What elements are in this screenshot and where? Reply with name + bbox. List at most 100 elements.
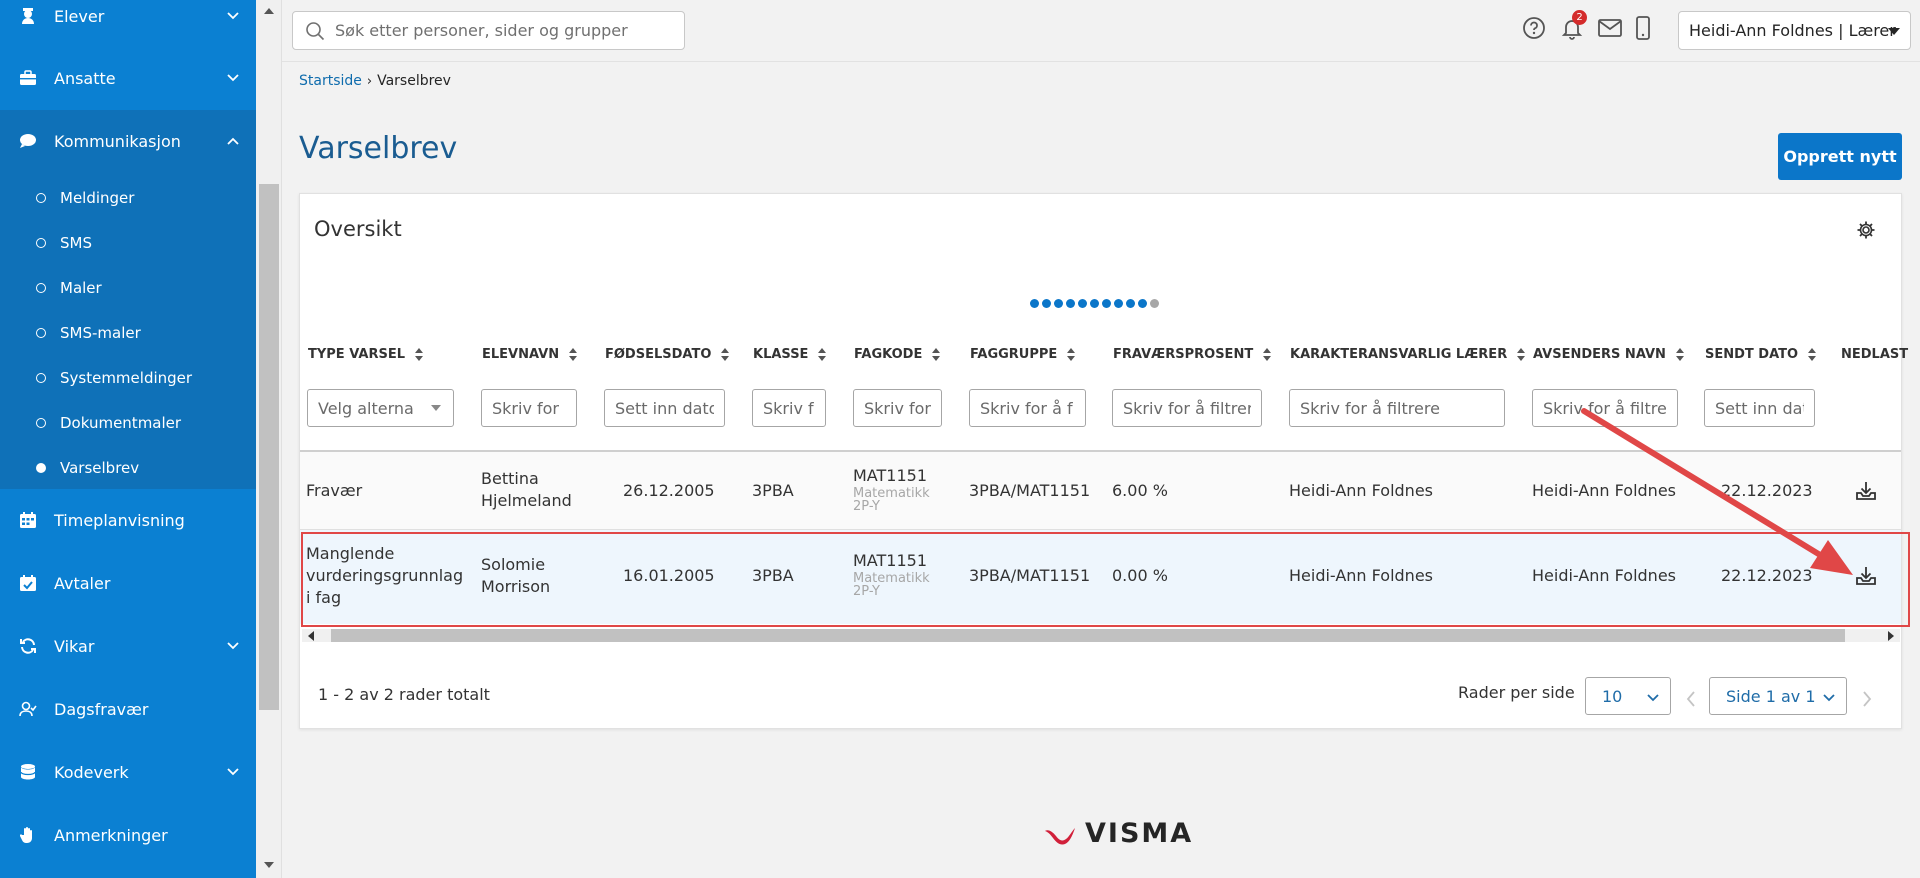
help-button[interactable] xyxy=(1522,16,1548,46)
fagkode-text: MAT1151 xyxy=(853,466,927,485)
sidebar: Elever Ansatte Kommunikasjon Meldinger S… xyxy=(0,0,256,878)
sort-icon xyxy=(1675,347,1684,362)
fodselsdato-filter-input[interactable] xyxy=(604,389,725,427)
fravaer-filter-input[interactable] xyxy=(1112,389,1262,427)
chevron-down-icon xyxy=(227,768,239,776)
notifications-button[interactable]: 2 xyxy=(1560,10,1587,46)
subnav-item-sms-maler[interactable]: SMS-maler xyxy=(0,310,256,355)
column-header-nedlast[interactable]: NEDLAST xyxy=(1841,347,1908,362)
mobile-icon xyxy=(1636,16,1650,40)
pagination-dots xyxy=(1030,299,1159,308)
sendt-filter-input[interactable] xyxy=(1704,389,1815,427)
select-value: Velg alterna xyxy=(318,398,414,418)
larer-filter-input[interactable] xyxy=(1289,389,1505,427)
subnav-kommunikasjon: Meldinger SMS Maler SMS-maler Systemmeld… xyxy=(0,165,256,489)
faggruppe-filter-input[interactable] xyxy=(969,389,1086,427)
sort-icon xyxy=(1808,347,1817,362)
subnav-item-meldinger[interactable]: Meldinger xyxy=(0,175,256,220)
scrollbar-thumb[interactable] xyxy=(331,629,1845,642)
sidebar-item-kodeverk[interactable]: Kodeverk xyxy=(0,741,256,803)
scroll-up-icon[interactable] xyxy=(264,8,274,14)
subnav-item-dokumentmaler[interactable]: Dokumentmaler xyxy=(0,400,256,445)
sidebar-item-label: Kodeverk xyxy=(54,762,129,782)
subnav-item-sms[interactable]: SMS xyxy=(0,220,256,265)
column-header-elevnavn[interactable]: ELEVNAVN xyxy=(482,347,578,362)
breadcrumb-current: Varselbrev xyxy=(377,73,451,89)
sidebar-item-anmerkninger[interactable]: Anmerkninger xyxy=(0,804,256,866)
subnav-item-maler[interactable]: Maler xyxy=(0,265,256,310)
scroll-left-icon[interactable] xyxy=(308,631,314,641)
breadcrumb-home-link[interactable]: Startside xyxy=(299,73,362,89)
rows-per-page-select[interactable]: 10 xyxy=(1585,677,1671,715)
circle-icon xyxy=(36,327,46,338)
sidebar-item-label: Ansatte xyxy=(54,68,116,88)
select-value: 10 xyxy=(1602,686,1623,706)
subnav-item-systemmeldinger[interactable]: Systemmeldinger xyxy=(0,355,256,400)
dot-indicator xyxy=(1030,299,1039,308)
fagkode-filter-input[interactable] xyxy=(853,389,942,427)
mobile-button[interactable] xyxy=(1635,16,1655,46)
next-page-icon[interactable] xyxy=(1860,689,1874,709)
column-header-label: SENDT DATO xyxy=(1705,347,1799,362)
table-row[interactable]: Fravær Bettina Hjelmeland 26.12.2005 3PB… xyxy=(300,450,1901,529)
column-header-label: AVSENDERS NAVN xyxy=(1533,347,1666,362)
sidebar-item-timeplanvisning[interactable]: Timeplanvisning xyxy=(0,489,256,551)
sidebar-item-elever[interactable]: Elever xyxy=(0,0,256,47)
column-header-label: ELEVNAVN xyxy=(482,347,560,362)
sidebar-item-ansatte[interactable]: Ansatte xyxy=(0,47,256,109)
dot-indicator xyxy=(1150,299,1159,308)
sidebar-item-kommunikasjon[interactable]: Kommunikasjon xyxy=(0,110,256,172)
sort-icon xyxy=(415,347,423,362)
scrollbar-thumb[interactable] xyxy=(259,184,279,710)
column-header-fravaersprosent[interactable]: FRAVÆRSPROSENT xyxy=(1113,347,1272,362)
create-new-button[interactable]: Opprett nytt xyxy=(1778,133,1902,180)
subnav-item-label: Maler xyxy=(60,278,102,297)
cell-sendt: 22.12.2023 xyxy=(1721,481,1813,500)
column-header-avsender[interactable]: AVSENDERS NAVN xyxy=(1533,347,1684,362)
sidebar-item-label: Avtaler xyxy=(54,573,111,593)
visma-logo: VISMA xyxy=(1043,818,1193,849)
scroll-down-icon[interactable] xyxy=(264,862,274,868)
dot-indicator xyxy=(1078,299,1087,308)
cell-fodselsdato: 26.12.2005 xyxy=(623,481,715,500)
previous-page-icon[interactable] xyxy=(1684,689,1698,709)
calendar-check-icon xyxy=(18,573,38,593)
type-filter-select[interactable]: Velg alterna xyxy=(307,389,454,427)
dot-indicator xyxy=(1054,299,1063,308)
chevron-down-icon xyxy=(1647,694,1659,702)
table-horizontal-scrollbar[interactable] xyxy=(302,629,1900,642)
column-header-sendt[interactable]: SENDT DATO xyxy=(1705,347,1817,362)
column-header-larer[interactable]: KARAKTERANSVARLIG LÆRER xyxy=(1290,347,1526,362)
user-role-label: Heidi-Ann Foldnes | Lærer xyxy=(1689,21,1896,40)
page-select[interactable]: Side 1 av 1 xyxy=(1709,677,1847,715)
sidebar-item-avtaler[interactable]: Avtaler xyxy=(0,552,256,614)
page-scrollbar[interactable] xyxy=(256,0,282,878)
subnav-item-label: Systemmeldinger xyxy=(60,368,193,387)
column-header-label: TYPE VARSEL xyxy=(308,347,405,362)
elevnavn-filter-input[interactable] xyxy=(481,389,577,427)
sidebar-item-dagsfravaer[interactable]: Dagsfravær xyxy=(0,678,256,740)
dot-indicator xyxy=(1090,299,1099,308)
sidebar-item-vikar[interactable]: Vikar xyxy=(0,615,256,677)
cell-elevnavn: Bettina Hjelmeland xyxy=(481,468,572,512)
column-header-fodselsdato[interactable]: FØDSELSDATO xyxy=(605,347,730,362)
column-header-fagkode[interactable]: FAGKODE xyxy=(854,347,941,362)
scroll-right-icon[interactable] xyxy=(1888,631,1894,641)
search-input[interactable] xyxy=(335,21,675,40)
download-icon[interactable] xyxy=(1854,479,1878,503)
column-header-faggruppe[interactable]: FAGGRUPPE xyxy=(970,347,1076,362)
column-header-klasse[interactable]: KLASSE xyxy=(753,347,827,362)
dot-indicator xyxy=(1042,299,1051,308)
search-box[interactable] xyxy=(292,11,685,50)
klasse-filter-input[interactable] xyxy=(752,389,826,427)
circle-icon xyxy=(36,282,46,293)
cell-type: Fravær xyxy=(306,481,363,500)
dot-indicator xyxy=(1066,299,1075,308)
column-header-type[interactable]: TYPE VARSEL xyxy=(308,347,423,362)
gear-icon[interactable] xyxy=(1856,220,1876,240)
avsender-filter-input[interactable] xyxy=(1532,389,1678,427)
dot-indicator xyxy=(1126,299,1135,308)
subnav-item-varselbrev[interactable]: Varselbrev xyxy=(0,445,256,490)
user-role-dropdown[interactable]: Heidi-Ann Foldnes | Lærer xyxy=(1678,11,1911,50)
messages-button[interactable] xyxy=(1597,16,1625,46)
